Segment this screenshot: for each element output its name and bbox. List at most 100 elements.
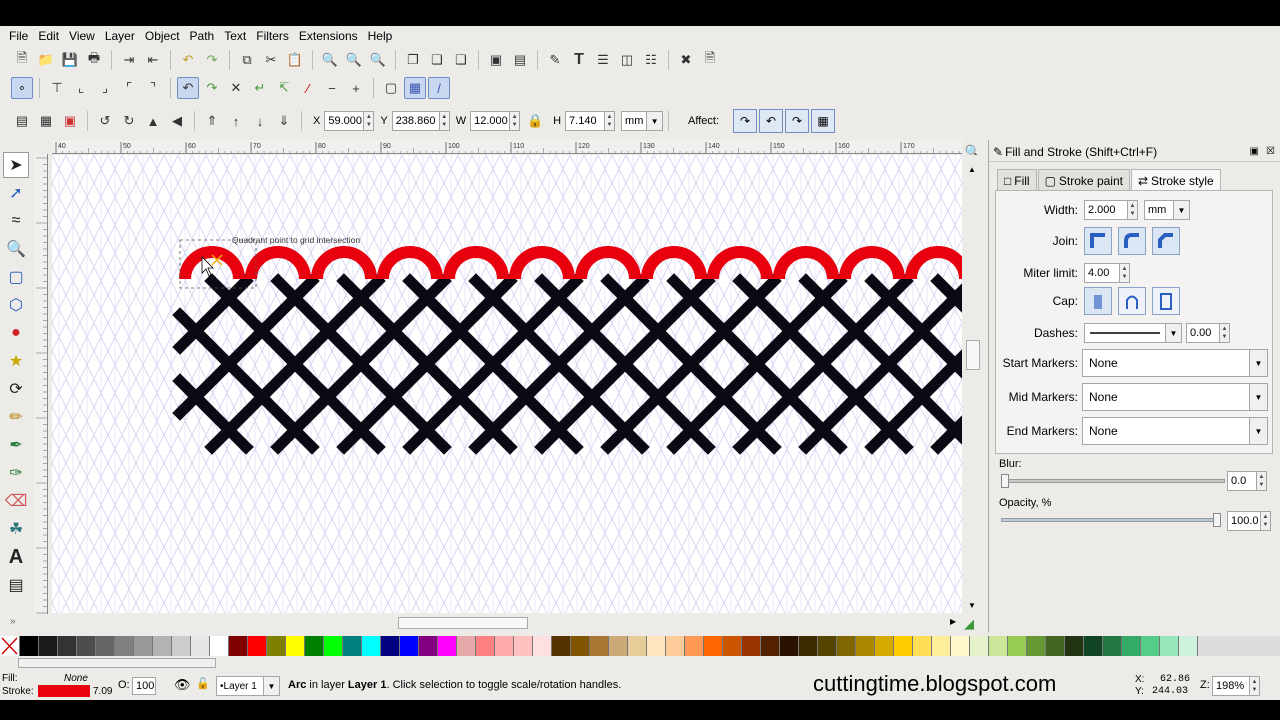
opacity-slider[interactable]	[1001, 518, 1219, 522]
palette-swatch[interactable]	[191, 636, 210, 656]
x-input[interactable]: 59.000	[324, 111, 365, 131]
palette-swatch[interactable]	[39, 636, 58, 656]
import-icon[interactable]: ⇥	[118, 49, 140, 71]
palette-swatch[interactable]	[400, 636, 419, 656]
start-markers-select[interactable]: None ▼	[1082, 349, 1268, 377]
text-tool-icon[interactable]: A	[3, 544, 29, 570]
fill-stroke-icon[interactable]: ✎	[544, 49, 566, 71]
menu-filters[interactable]: Filters	[251, 29, 294, 43]
palette-swatch[interactable]	[210, 636, 229, 656]
dash-offset-spinner[interactable]: ▲ ▼	[1220, 323, 1230, 343]
layer-select[interactable]: •Layer 1	[216, 676, 264, 696]
cut-icon[interactable]: ✂	[260, 49, 282, 71]
x-spinner[interactable]: ▲ ▼	[364, 111, 375, 131]
star-tool-icon[interactable]: ★	[3, 348, 29, 374]
palette-swatch[interactable]	[343, 636, 362, 656]
snap-page-border-icon[interactable]: ▢	[380, 77, 402, 99]
palette-swatch[interactable]	[381, 636, 400, 656]
palette-swatch[interactable]	[856, 636, 875, 656]
palette-swatch[interactable]	[666, 636, 685, 656]
palette-swatch[interactable]	[172, 636, 191, 656]
snap-bbox-center-icon[interactable]: ⌝	[142, 77, 164, 99]
snap-bbox-midpoint-icon[interactable]: ⌜	[118, 77, 140, 99]
miter-join-icon[interactable]	[1084, 227, 1112, 255]
node-tool-icon[interactable]: ➚	[3, 180, 29, 206]
palette-swatch[interactable]	[495, 636, 514, 656]
width-input[interactable]: 2.000	[1084, 200, 1128, 220]
round-cap-icon[interactable]	[1118, 287, 1146, 315]
bevel-join-icon[interactable]	[1152, 227, 1180, 255]
palette-swatch[interactable]	[894, 636, 913, 656]
connector-tool-icon[interactable]: ▤	[3, 572, 29, 598]
flip-vertical-icon[interactable]: ◀	[166, 110, 188, 132]
blur-slider[interactable]	[1001, 479, 1225, 483]
stroke-color-swatch[interactable]	[38, 685, 90, 697]
width-spinner[interactable]: ▲ ▼	[1128, 200, 1138, 220]
transform-patterns-icon[interactable]: ▦	[811, 109, 836, 133]
menu-layer[interactable]: Layer	[100, 29, 140, 43]
unit-select[interactable]: mm ▼	[621, 111, 664, 131]
palette-swatch[interactable]	[571, 636, 590, 656]
snap-bbox-corner-icon[interactable]: ⌟	[94, 77, 116, 99]
rotate-ccw-icon[interactable]: ↺	[94, 110, 116, 132]
palette-swatch[interactable]	[476, 636, 495, 656]
paint-bucket-tool-icon[interactable]: ☘	[3, 516, 29, 542]
palette-swatch[interactable]	[609, 636, 628, 656]
close-icon[interactable]: ☒	[1266, 146, 1275, 157]
lock-icon[interactable]: 🔒	[524, 110, 546, 132]
scale-stroke-icon[interactable]: ↷	[733, 109, 758, 133]
eraser-tool-icon[interactable]: ⌫	[3, 488, 29, 514]
open-icon[interactable]: 📁	[35, 49, 57, 71]
drawing-canvas[interactable]: Quadrant point to grid intersection	[52, 155, 962, 613]
print-icon[interactable]: 🖶	[83, 49, 105, 71]
mid-markers-select[interactable]: None ▼	[1082, 383, 1268, 411]
palette-swatch[interactable]	[704, 636, 723, 656]
pencil-tool-icon[interactable]: ✏	[3, 404, 29, 430]
calligraphy-tool-icon[interactable]: ✑	[3, 460, 29, 486]
palette-swatch[interactable]	[362, 636, 381, 656]
text-font-icon[interactable]: T	[568, 49, 590, 71]
paste-icon[interactable]: 📋	[284, 49, 306, 71]
raise-icon[interactable]: ↑	[225, 110, 247, 132]
align-distribute-icon[interactable]: ☷	[640, 49, 662, 71]
palette-swatch[interactable]	[1160, 636, 1179, 656]
chevron-down-icon[interactable]: ▼	[1174, 200, 1190, 220]
menu-help[interactable]: Help	[363, 29, 398, 43]
menu-extensions[interactable]: Extensions	[294, 29, 363, 43]
unlink-clone-icon[interactable]: ❑	[450, 49, 472, 71]
y-spinner[interactable]: ▲ ▼	[439, 111, 450, 131]
snap-object-center-icon[interactable]: −	[321, 77, 343, 99]
palette-swatch[interactable]	[115, 636, 134, 656]
palette-swatch[interactable]	[1046, 636, 1065, 656]
zoom-tool-icon[interactable]: 🔍	[3, 236, 29, 262]
select-all-layers-icon[interactable]: ▦	[35, 110, 57, 132]
palette-swatch[interactable]	[1122, 636, 1141, 656]
zoom-page-icon[interactable]: 🔍	[367, 49, 389, 71]
miter-spinner[interactable]: ▲ ▼	[1120, 263, 1130, 283]
copy-icon[interactable]: ⧉	[236, 49, 258, 71]
menu-edit[interactable]: Edit	[33, 29, 64, 43]
square-cap-icon[interactable]	[1152, 287, 1180, 315]
menu-view[interactable]: View	[64, 29, 100, 43]
palette-swatch[interactable]	[932, 636, 951, 656]
tweak-tool-icon[interactable]: ≈	[3, 208, 29, 234]
opacity-status-input[interactable]: 100	[132, 677, 156, 695]
tab-stroke-style[interactable]: ⇄ Stroke style	[1130, 169, 1221, 191]
palette-swatch[interactable]	[20, 636, 39, 656]
butt-cap-icon[interactable]	[1084, 287, 1112, 315]
dash-offset-input[interactable]: 0.00	[1186, 323, 1220, 343]
zoom-selection-icon[interactable]: 🔍	[319, 49, 341, 71]
clone-icon[interactable]: ❏	[426, 49, 448, 71]
scroll-right-icon[interactable]: ▶	[950, 617, 956, 626]
palette-swatch[interactable]	[837, 636, 856, 656]
blur-spinner[interactable]: ▲ ▼	[1257, 471, 1267, 491]
snap-grid-icon[interactable]: ▦	[404, 77, 426, 99]
menu-text[interactable]: Text	[219, 29, 251, 43]
palette-swatch[interactable]	[799, 636, 818, 656]
transform-gradients-icon[interactable]: ↷	[785, 109, 810, 133]
palette-swatch[interactable]	[96, 636, 115, 656]
palette-swatch[interactable]	[628, 636, 647, 656]
snap-cusp-icon[interactable]: ↵	[249, 77, 271, 99]
chevron-down-icon[interactable]: ▼	[1249, 418, 1267, 444]
scroll-up-icon[interactable]: ▲	[968, 165, 976, 174]
